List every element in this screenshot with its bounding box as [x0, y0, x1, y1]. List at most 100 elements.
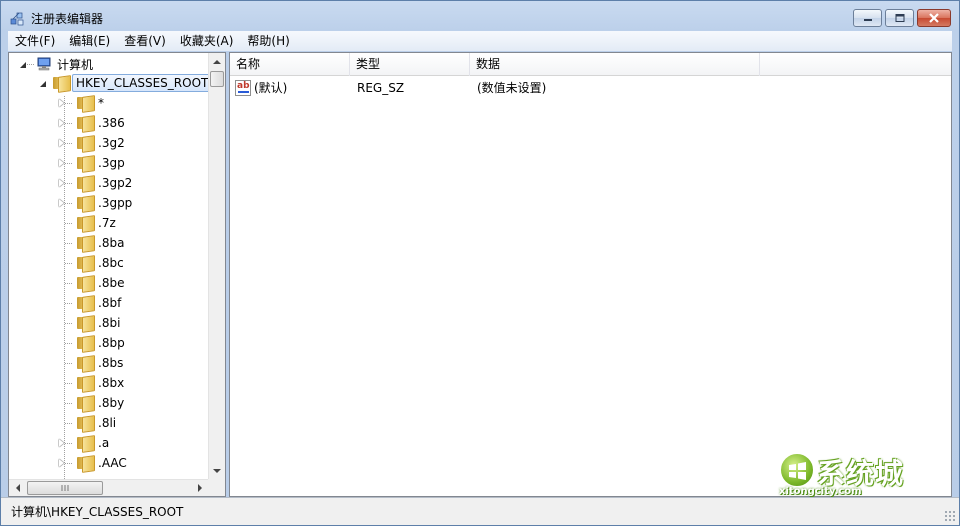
tree-node[interactable]: .8bp — [57, 333, 127, 353]
folder-icon — [77, 276, 93, 290]
tree-node-label: .3g2 — [98, 136, 125, 150]
values-list[interactable]: 名称 类型 数据 ab (默认) REG_SZ (数值未设置) — [229, 52, 952, 497]
folder-icon — [77, 96, 93, 110]
tree-node-computer[interactable]: 计算机 — [19, 54, 95, 74]
tree-node[interactable]: .7z — [57, 213, 118, 233]
tree-node-hkey-classes-root[interactable]: HKEY_CLASSES_ROOT — [39, 73, 208, 93]
tree-node-label: .3gp2 — [98, 176, 133, 190]
tree-node[interactable]: .8bi — [57, 313, 122, 333]
column-type[interactable]: 类型 — [350, 53, 470, 76]
expand-arrow-icon[interactable] — [57, 438, 67, 448]
scroll-up-button[interactable] — [209, 53, 225, 70]
tree-horizontal-scrollbar[interactable] — [9, 479, 208, 496]
tree-node[interactable]: .3gp — [57, 153, 127, 173]
folder-icon — [77, 316, 93, 330]
tree-node-label: .3gp — [98, 156, 125, 170]
minimize-button[interactable] — [853, 9, 882, 27]
menu-file[interactable]: 文件(F) — [8, 31, 62, 51]
list-header: 名称 类型 数据 — [230, 53, 951, 76]
value-row[interactable]: ab (默认) REG_SZ (数值未设置) — [230, 78, 951, 98]
arrow-down-icon — [213, 468, 221, 473]
tree-node-label: .8ba — [98, 236, 125, 250]
column-name[interactable]: 名称 — [230, 53, 350, 76]
menu-help[interactable]: 帮助(H) — [240, 31, 296, 51]
expand-arrow-icon[interactable] — [57, 138, 67, 148]
minimize-icon — [863, 19, 872, 21]
tree-label-selected: HKEY_CLASSES_ROOT — [72, 74, 208, 92]
expand-arrow-icon[interactable] — [57, 158, 67, 168]
tree-node[interactable]: .8li — [57, 413, 118, 433]
tree-label-computer: 计算机 — [57, 57, 94, 72]
tree-node[interactable]: .3gpp — [57, 193, 134, 213]
tree-node[interactable]: .8bx — [57, 373, 126, 393]
tree-node[interactable]: .AAC — [57, 453, 129, 473]
folder-icon — [77, 256, 93, 270]
column-data[interactable]: 数据 — [470, 53, 760, 76]
expand-arrow-icon[interactable] — [57, 198, 67, 208]
folder-icon — [77, 236, 93, 250]
tree-node[interactable]: .8be — [57, 273, 126, 293]
maximize-icon — [895, 14, 904, 22]
tree-node-label: .8bf — [98, 296, 122, 310]
computer-icon — [37, 57, 51, 71]
scroll-thumb[interactable] — [210, 71, 224, 87]
tree-node-label: .8bp — [98, 336, 125, 350]
scrollbar-corner — [208, 479, 225, 496]
folder-icon — [77, 196, 93, 210]
watermark-url: xitongcity.com — [779, 486, 862, 497]
menu-edit[interactable]: 编辑(E) — [62, 31, 117, 51]
tree-node[interactable]: .8ba — [57, 233, 126, 253]
folder-icon — [77, 436, 93, 450]
collapse-arrow-icon[interactable] — [19, 59, 29, 69]
resize-grip-icon[interactable] — [944, 510, 956, 522]
scroll-right-button[interactable] — [191, 480, 208, 496]
tree-node[interactable]: .386 — [57, 113, 127, 133]
tree-scroll-area: 计算机 HKEY_CLASSES_ROOT * .386 .3g2 .3gp .3gp2… — [9, 53, 208, 479]
window-title: 注册表编辑器 — [31, 12, 104, 26]
collapse-arrow-icon[interactable] — [39, 78, 49, 88]
tree-node-label: .386 — [98, 116, 125, 130]
tree-node-label: .8bs — [98, 356, 124, 370]
folder-icon — [77, 176, 93, 190]
menu-view[interactable]: 查看(V) — [117, 31, 173, 51]
tree-node[interactable]: .8by — [57, 393, 126, 413]
tree-node-label: .8be — [98, 276, 125, 290]
horizontal-scroll-thumb[interactable] — [27, 481, 103, 495]
scroll-left-button[interactable] — [9, 480, 26, 496]
expand-arrow-icon[interactable] — [57, 118, 67, 128]
folder-icon — [77, 216, 93, 230]
tree-node[interactable]: .a — [57, 433, 111, 453]
watermark-logo: 系统城 xitongcity.com — [773, 450, 933, 500]
tree-vertical-scrollbar[interactable] — [208, 53, 225, 479]
menu-favorites[interactable]: 收藏夹(A) — [173, 31, 241, 51]
tree-node-label: .a — [98, 436, 110, 450]
tree-node[interactable]: .3gp2 — [57, 173, 134, 193]
folder-icon — [77, 416, 93, 430]
tree-node[interactable]: .8bc — [57, 253, 126, 273]
tree-node-label: * — [98, 96, 104, 110]
title-bar[interactable]: 注册表编辑器 — [1, 1, 959, 31]
close-button[interactable] — [917, 9, 951, 27]
tree-node[interactable]: .8bs — [57, 353, 125, 373]
expand-arrow-icon[interactable] — [57, 98, 67, 108]
tree-node[interactable]: .8bf — [57, 293, 123, 313]
expand-arrow-icon[interactable] — [57, 178, 67, 188]
folder-icon — [77, 336, 93, 350]
scroll-down-button[interactable] — [209, 462, 225, 479]
regedit-app-icon[interactable] — [10, 10, 26, 26]
tree-node-label: .8by — [98, 396, 125, 410]
tree-node[interactable]: .3g2 — [57, 133, 127, 153]
registry-tree[interactable]: 计算机 HKEY_CLASSES_ROOT * .386 .3g2 .3gp .3gp2… — [8, 52, 226, 497]
folder-icon — [77, 376, 93, 390]
tree-node[interactable]: * — [57, 93, 106, 113]
expand-arrow-icon[interactable] — [57, 458, 67, 468]
arrow-left-icon — [15, 484, 20, 492]
maximize-button[interactable] — [885, 9, 914, 27]
